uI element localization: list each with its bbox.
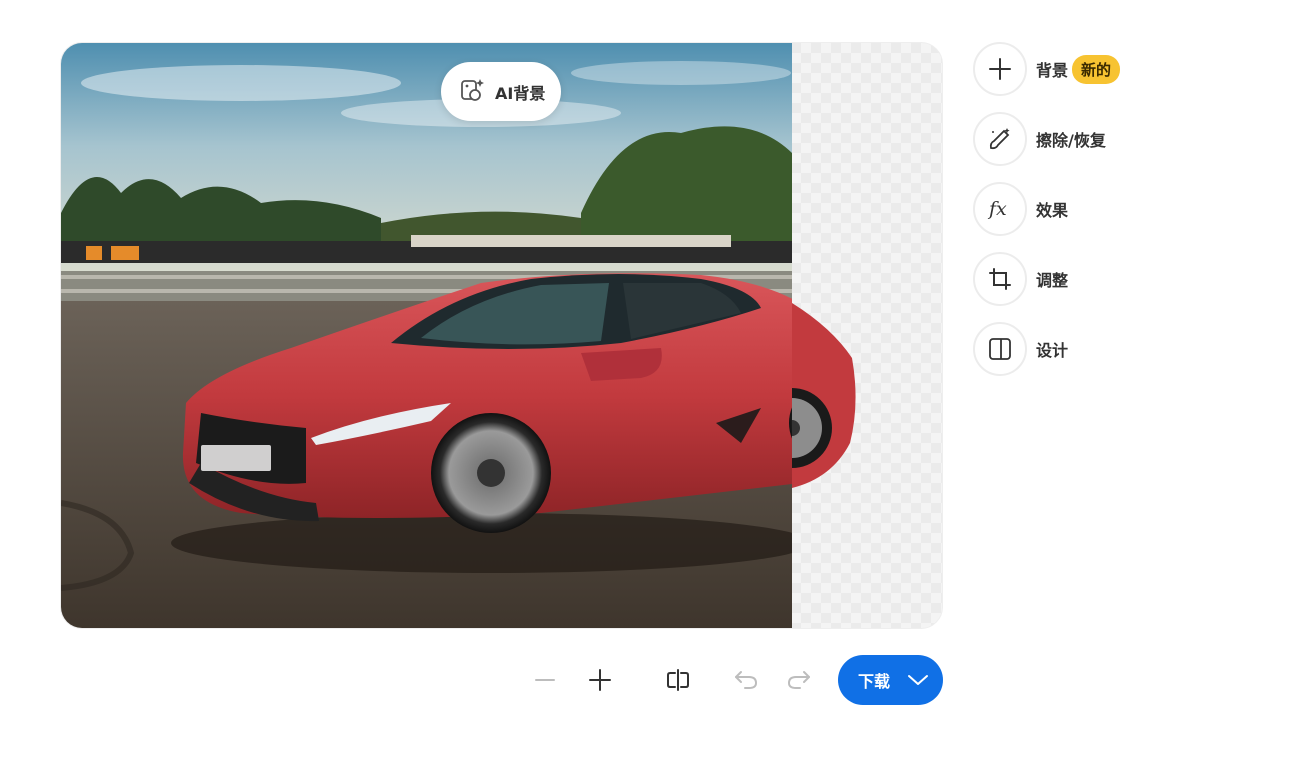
plus-icon [973,42,1027,96]
car-photo [61,43,792,628]
compare-button[interactable] [660,662,696,698]
tool-erase-restore-label: 擦除/恢复 [1036,131,1106,150]
tool-design-label: 设计 [1036,341,1069,360]
ai-background-label: AI背景 [495,83,546,103]
ai-background-icon [459,76,487,108]
magic-brush-icon [973,112,1027,166]
tool-background[interactable]: 背景 新的 [973,41,1121,97]
ai-background-button[interactable]: AI背景 [441,62,562,121]
svg-text:fx: fx [987,198,1007,220]
download-button[interactable]: 下载 [838,655,943,705]
redo-icon [788,671,810,689]
undo-button[interactable] [728,662,764,698]
tool-adjust[interactable]: 调整 [973,251,1120,307]
layout-panel-icon [973,322,1027,376]
compare-icon [667,669,689,691]
tool-panel: 背景 新的 擦除/恢复 fx 效果 调整 设计 [973,41,1121,391]
minus-icon [535,679,555,681]
zoom-in-button[interactable] [582,662,618,698]
tool-design[interactable]: 设计 [973,321,1120,377]
new-badge: 新的 [1072,54,1121,84]
tool-effects-label: 效果 [1036,201,1069,220]
plus-icon [589,669,611,691]
download-label: 下载 [858,672,891,691]
crop-icon [973,252,1027,306]
image-canvas[interactable]: AI背景 [60,42,943,629]
undo-icon [735,671,757,689]
tool-effects[interactable]: fx 效果 [973,181,1120,237]
car-cutout-overflow [792,293,862,493]
tool-erase-restore[interactable]: 擦除/恢复 [973,111,1120,167]
fx-icon: fx [973,182,1027,236]
chevron-down-icon[interactable] [907,670,929,690]
redo-button[interactable] [781,662,817,698]
zoom-out-button[interactable] [527,662,563,698]
tool-background-label: 背景 [1036,61,1069,80]
tool-adjust-label: 调整 [1036,271,1069,290]
